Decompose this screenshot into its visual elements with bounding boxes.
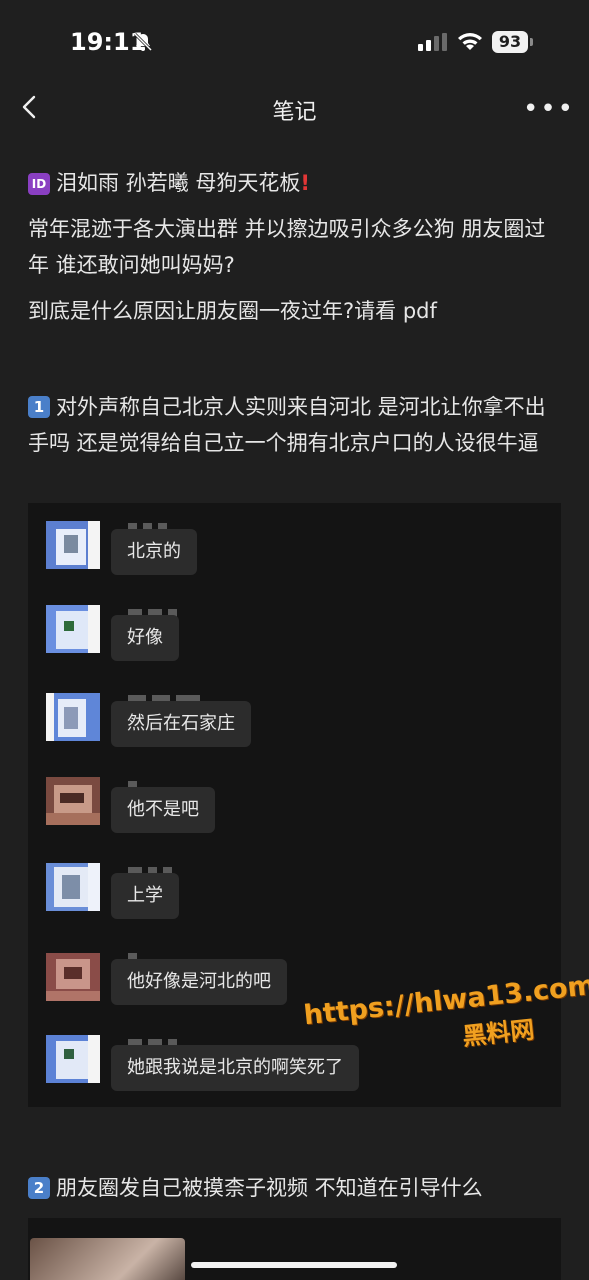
avatar [46,863,100,911]
embedded-image-preview[interactable] [28,1218,561,1280]
item-2-text: 朋友圈发自己被摸柰子视频 不知道在引导什么 [56,1176,483,1200]
exclamation-icon: ! [300,171,310,195]
avatar [46,1035,100,1083]
page-title: 笔记 [272,100,317,125]
chat-message: 上学 [28,861,561,941]
chat-message: 然后在石家庄 [28,689,561,769]
bell-muted-icon [133,32,153,52]
message-bubble: 好像 [111,615,179,661]
message-bubble: 北京的 [111,529,197,575]
wifi-icon [458,33,482,50]
message-bubble: 然后在石家庄 [111,701,251,747]
sender-name-blurred [128,861,178,876]
more-options-icon[interactable]: ••• [523,94,575,124]
avatar [46,777,100,825]
message-bubble: 他好像是河北的吧 [111,959,287,1005]
post-paragraph-2: 到底是什么原因让朋友圈一夜过年?请看 pdf [28,299,437,323]
home-indicator[interactable] [191,1262,397,1268]
sender-name-blurred [128,775,143,790]
battery-tip [530,38,533,46]
post-item-1: 1 对外声称自己北京人实则来自河北 是河北让你拿不出手吗 还是觉得给自己立一个拥有… [28,389,560,461]
post-body: ID 泪如雨 孙若曦 母狗天花板! 常年混迹于各大演出群 并以擦边吸引众多公狗 朋… [28,165,560,461]
message-bubble: 上学 [111,873,179,919]
number-1-badge-icon: 1 [28,396,50,418]
number-2-badge-icon: 2 [28,1177,50,1199]
avatar [46,693,100,741]
avatar [46,521,100,569]
message-bubble: 他不是吧 [111,787,215,833]
post-item-2: 2 朋友圈发自己被摸柰子视频 不知道在引导什么 [28,1172,483,1204]
item-1-text: 对外声称自己北京人实则来自河北 是河北让你拿不出手吗 还是觉得给自己立一个拥有北… [28,395,546,455]
headline-text: 泪如雨 孙若曦 母狗天花板 [56,171,301,195]
cellular-signal-icon [418,33,447,51]
avatar [46,953,100,1001]
id-badge-icon: ID [28,173,50,195]
chat-message: 好像 [28,603,561,683]
chat-message: 他不是吧 [28,775,561,855]
sender-name-blurred [128,603,183,618]
post-paragraph-1: 常年混迹于各大演出群 并以擦边吸引众多公狗 朋友圈过年 谁还敢问她叫妈妈? [28,217,546,277]
sender-name-blurred [128,517,173,532]
chat-message: 北京的 [28,517,561,597]
nav-bar: 笔记 ••• [0,86,589,130]
battery-indicator: 93 [492,31,528,53]
post-headline: ID 泪如雨 孙若曦 母狗天花板! [28,165,560,201]
sender-name-blurred [128,689,206,704]
status-bar: 19:11 93 [0,0,589,86]
sender-name-blurred [128,1033,183,1048]
photo-thumbnail[interactable] [30,1238,185,1280]
avatar [46,605,100,653]
sender-name-blurred [128,947,143,962]
